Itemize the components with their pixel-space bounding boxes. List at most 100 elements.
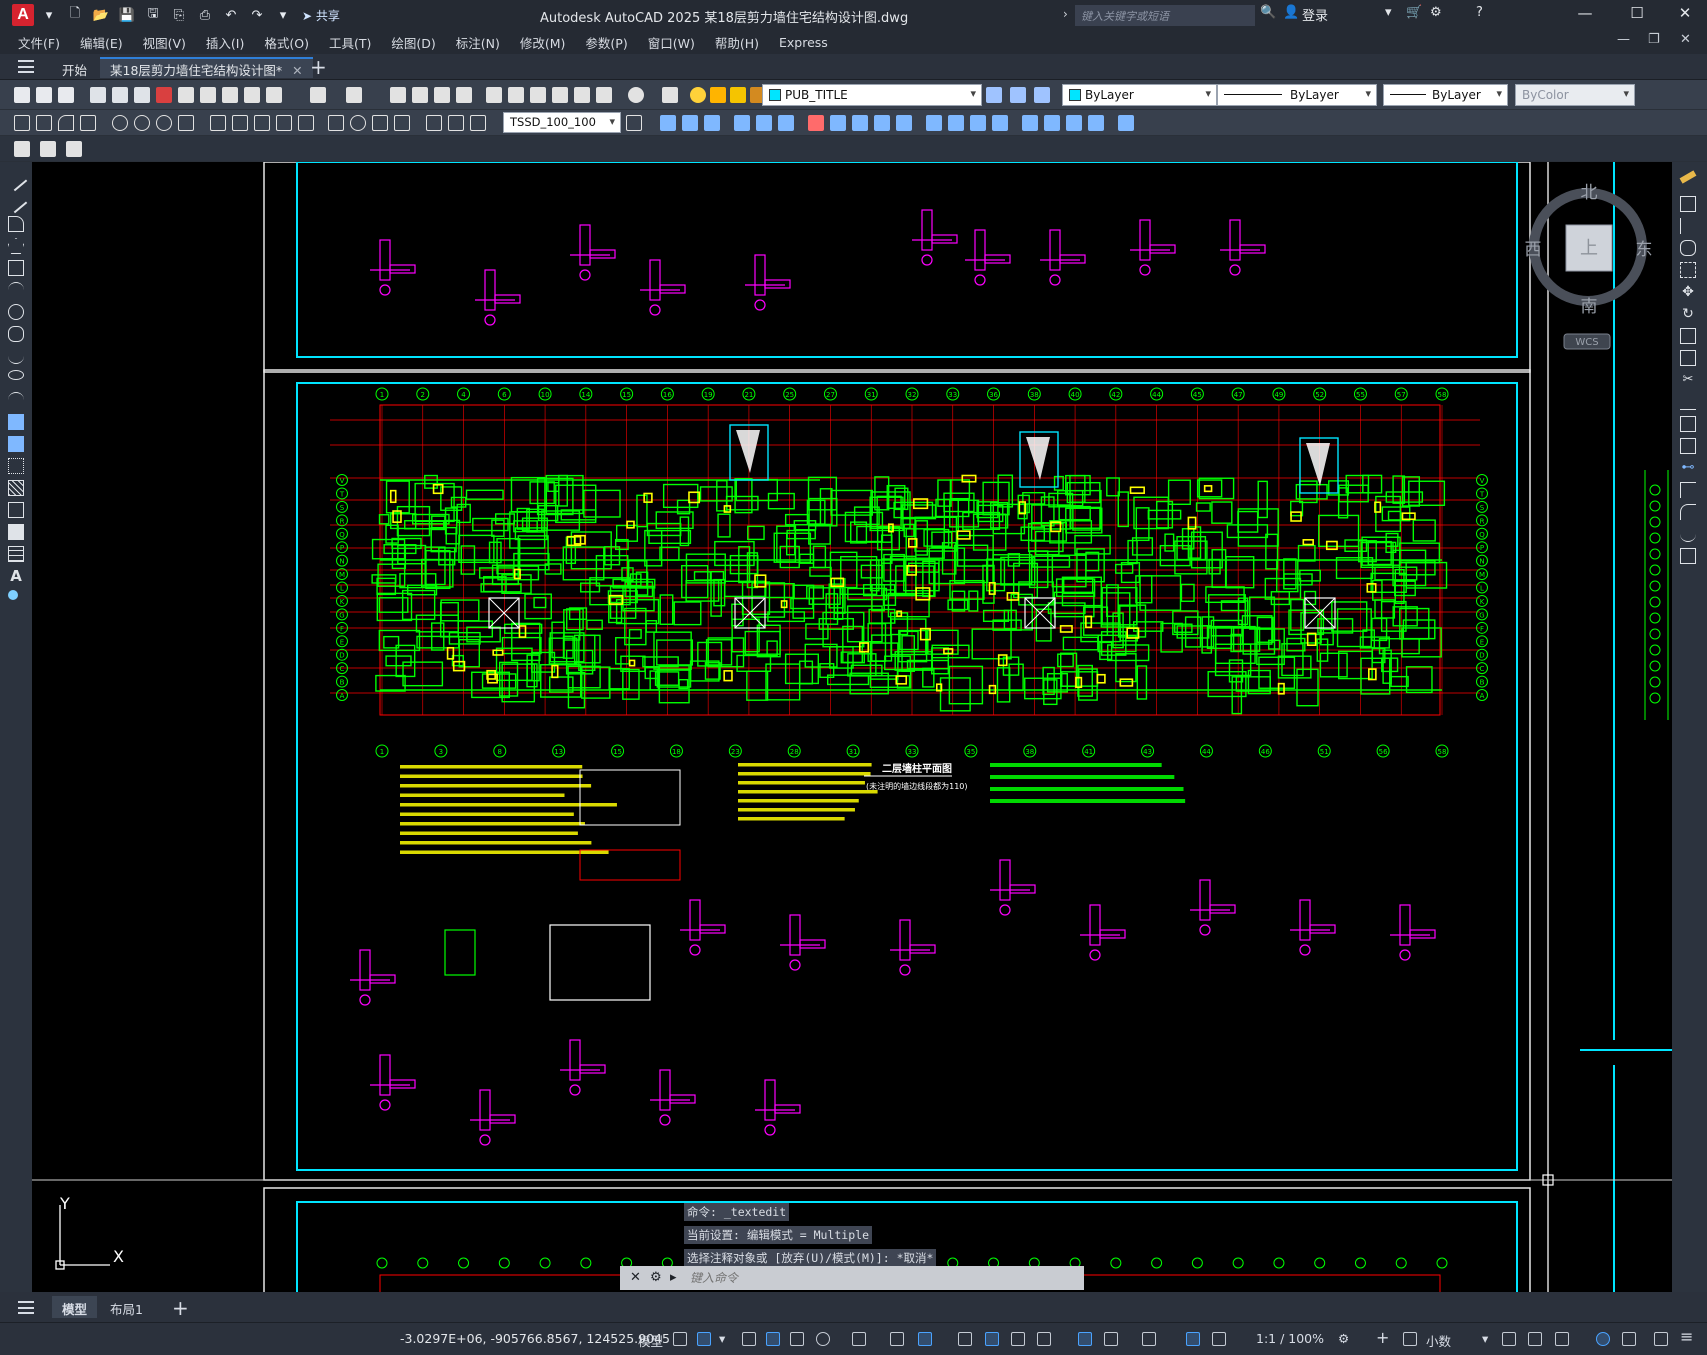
units-icon[interactable]	[1403, 1332, 1417, 1346]
inspection-icon[interactable]	[372, 115, 388, 131]
layer-on-bulb-icon[interactable]	[690, 87, 706, 103]
tolerance-icon[interactable]	[328, 115, 344, 131]
ungroup-icon[interactable]	[1088, 115, 1104, 131]
join-palette-icon[interactable]: ⊷	[1680, 460, 1696, 476]
dim-baseline-icon[interactable]	[232, 115, 248, 131]
insert-block-palette-icon[interactable]	[8, 414, 24, 430]
mirror-palette-icon[interactable]	[1680, 218, 1696, 234]
polar-tracking-icon[interactable]	[816, 1332, 830, 1346]
menu-tools[interactable]: 工具(T)	[329, 33, 371, 52]
modify-rotate-icon[interactable]	[778, 115, 794, 131]
doc-close-icon[interactable]: ✕	[1680, 32, 1691, 47]
web-mobile-icon[interactable]: ⎘	[168, 4, 190, 26]
dynamic-input-icon[interactable]	[766, 1332, 780, 1346]
jogged-linear-icon[interactable]	[394, 115, 410, 131]
arc-icon[interactable]	[8, 282, 24, 298]
graphics-performance-icon[interactable]	[1596, 1332, 1610, 1346]
markup-icon[interactable]	[574, 87, 590, 103]
tab-model[interactable]: 模型	[52, 1296, 98, 1318]
extract-data-icon[interactable]	[40, 141, 56, 157]
command-recent-icon[interactable]: ▸	[670, 1270, 677, 1285]
new-file-icon[interactable]: 🗋	[64, 4, 86, 26]
drawing-svg[interactable]: 1 2 4 6 10 14 15 16 19 21 25 27 31 32 33 36 38 40 42 44 45 47…	[32, 162, 1672, 1292]
stretch-palette-icon[interactable]	[1680, 350, 1696, 366]
revcloud-icon[interactable]	[8, 326, 24, 342]
modify-stretch-icon[interactable]	[852, 115, 868, 131]
color-dropdown[interactable]: ByLayer ▾	[1062, 84, 1217, 106]
menu-dimension[interactable]: 标注(N)	[456, 33, 500, 52]
properties-icon[interactable]	[486, 87, 502, 103]
dim-space-icon[interactable]	[276, 115, 292, 131]
dim-diameter-icon[interactable]	[156, 115, 172, 131]
search-input[interactable]: 键入关键字或短语	[1075, 5, 1255, 26]
pan-icon[interactable]	[390, 87, 406, 103]
layer-freeze-sun-icon[interactable]	[710, 87, 726, 103]
menu-insert[interactable]: 插入(I)	[206, 33, 244, 52]
tab-layout1[interactable]: 布局1	[100, 1296, 153, 1318]
draworder-icon[interactable]	[1044, 115, 1060, 131]
copy-palette-icon[interactable]	[1680, 196, 1696, 212]
modify-extend-icon[interactable]	[896, 115, 912, 131]
open-file-icon[interactable]: 📂	[90, 4, 112, 26]
tool-palettes-icon[interactable]	[530, 87, 546, 103]
modify-explode-icon[interactable]	[1022, 115, 1038, 131]
ellipse-icon[interactable]	[8, 370, 24, 380]
cut-icon[interactable]	[178, 87, 194, 103]
selection-cycling-icon[interactable]	[1011, 1332, 1025, 1346]
isometric-drafting-icon[interactable]	[852, 1332, 866, 1346]
dim-text-edit-icon[interactable]	[448, 115, 464, 131]
annotation-scale[interactable]: 1:1 / 100%	[1256, 1331, 1324, 1346]
menu-express[interactable]: Express	[779, 35, 828, 50]
model-space-button[interactable]: 模型	[638, 1331, 663, 1350]
units-value[interactable]: 小数	[1426, 1331, 1451, 1350]
lock-ui-icon[interactable]	[1528, 1332, 1542, 1346]
menu-window[interactable]: 窗口(W)	[648, 33, 695, 52]
viewcube-west[interactable]: 西	[1525, 240, 1542, 260]
break-at-point-icon[interactable]	[1680, 416, 1696, 432]
ellipse-arc-icon[interactable]	[8, 392, 24, 408]
modify-fillet-icon[interactable]	[992, 115, 1008, 131]
command-input[interactable]	[690, 1269, 1070, 1287]
line-icon[interactable]	[4, 168, 28, 192]
modify-mirror-icon[interactable]	[682, 115, 698, 131]
menu-edit[interactable]: 编辑(E)	[80, 33, 123, 52]
autocad-logo-icon[interactable]: A	[12, 4, 34, 26]
modify-chamfer-icon[interactable]	[970, 115, 986, 131]
dim-break-icon[interactable]	[298, 115, 314, 131]
linetype-dropdown[interactable]: ByLayer ▾	[1217, 84, 1377, 106]
search-icon[interactable]: 🔍	[1260, 5, 1276, 20]
dim-jogged-icon[interactable]	[134, 115, 150, 131]
group-icon[interactable]	[1066, 115, 1082, 131]
dim-arc-icon[interactable]	[58, 115, 74, 131]
layer-previous-icon[interactable]	[1010, 87, 1026, 103]
undo-icon[interactable]: ↶	[220, 4, 242, 26]
menu-view[interactable]: 视图(V)	[143, 33, 186, 52]
tab-start[interactable]: 开始	[52, 57, 97, 78]
minimize-icon[interactable]: —	[1565, 4, 1605, 22]
tab-drawing[interactable]: 某18层剪力墙住宅结构设计图* ✕	[100, 57, 313, 78]
scale-palette-icon[interactable]	[1680, 328, 1696, 344]
annotation-visibility-icon[interactable]	[1186, 1332, 1200, 1346]
dim-ordinate-icon[interactable]	[80, 115, 96, 131]
help-toolbar-icon[interactable]	[628, 87, 644, 103]
qnew-icon[interactable]	[14, 87, 30, 103]
modify-trim-icon[interactable]	[874, 115, 890, 131]
calculator-icon[interactable]	[596, 87, 612, 103]
modify-move-icon[interactable]	[756, 115, 772, 131]
trim-palette-icon[interactable]: ✂	[1680, 372, 1696, 388]
dim-edit-icon[interactable]	[426, 115, 442, 131]
snap-mode-icon[interactable]	[697, 1332, 711, 1346]
file-tabs-menu-icon[interactable]	[18, 60, 34, 73]
layer-dropdown[interactable]: PUB_TITLE ▾	[762, 84, 982, 106]
customize-qat-icon[interactable]: ▾	[272, 4, 294, 26]
autodesk-account-icon[interactable]: ⚙	[1430, 5, 1442, 20]
search-expand-icon[interactable]: ›	[1063, 7, 1068, 21]
auto-scale-icon[interactable]	[1212, 1332, 1226, 1346]
gizmo-icon[interactable]	[1142, 1332, 1156, 1346]
redo-toolbar-icon[interactable]	[346, 87, 362, 103]
layout-menu-icon[interactable]	[18, 1301, 34, 1314]
dim-continue-icon[interactable]	[254, 115, 270, 131]
table-palette-icon[interactable]	[8, 546, 24, 562]
dim-angular-icon[interactable]	[178, 115, 194, 131]
infer-constraints-icon[interactable]	[742, 1332, 756, 1346]
